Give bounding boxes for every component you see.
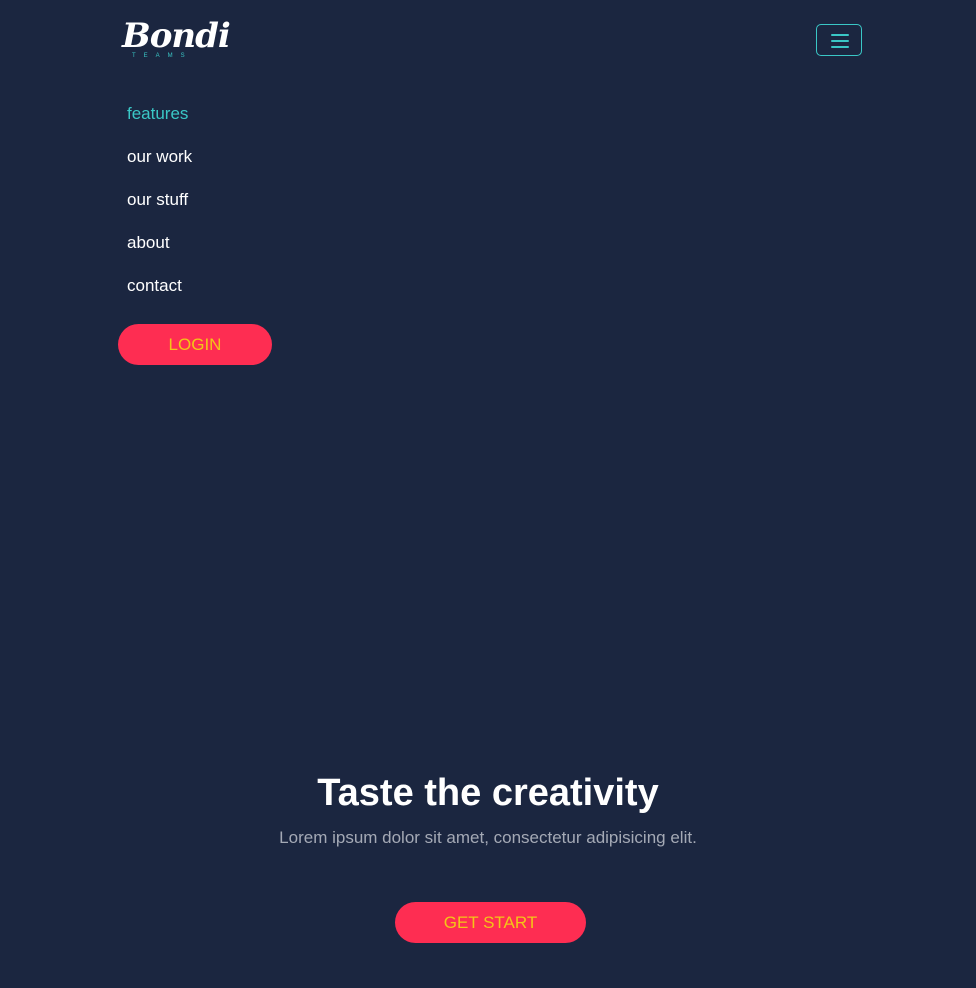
get-start-button[interactable]: GET START: [395, 902, 586, 943]
hamburger-menu-button[interactable]: [816, 24, 862, 56]
nav-link-contact[interactable]: contact: [127, 276, 182, 295]
brand-logo[interactable]: Bondi TEAMS: [122, 16, 231, 64]
nav-link-our-stuff[interactable]: our stuff: [127, 190, 188, 209]
nav-link-features[interactable]: features: [127, 104, 188, 123]
nav-item-our-work: our work: [127, 141, 192, 184]
nav-item-contact: contact: [127, 270, 192, 313]
nav-link-our-work[interactable]: our work: [127, 147, 192, 166]
hamburger-menu-icon: [831, 34, 849, 36]
hero-title: Taste the creativity: [317, 772, 659, 814]
logo-tagline: TEAMS: [132, 53, 193, 59]
login-button[interactable]: LOGIN: [118, 324, 272, 365]
hamburger-menu-icon-bar: [831, 46, 849, 48]
nav-link-about[interactable]: about: [127, 233, 170, 252]
hamburger-menu-icon-bar: [831, 40, 849, 42]
nav-item-features: features: [127, 98, 192, 141]
hero-subtitle: Lorem ipsum dolor sit amet, consectetur …: [279, 828, 697, 847]
nav-item-our-stuff: our stuff: [127, 184, 192, 227]
nav-item-about: about: [127, 227, 192, 270]
main-nav: features our work our stuff about contac…: [127, 98, 192, 313]
logo-wordmark: Bondi: [122, 16, 231, 56]
